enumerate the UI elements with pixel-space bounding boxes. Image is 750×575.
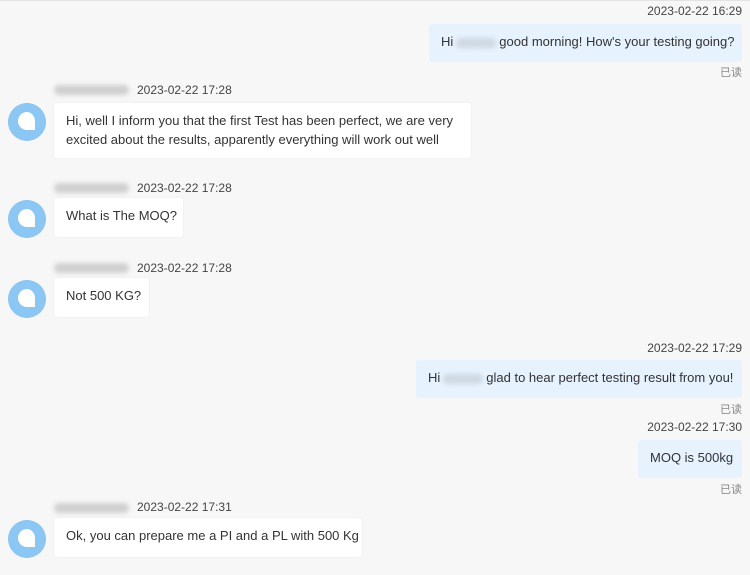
incoming-message-bubble[interactable]: Hi, well I inform you that the first Tes… — [54, 103, 471, 158]
sender-name-redacted — [54, 183, 129, 193]
contact-avatar[interactable] — [8, 103, 46, 141]
message-timestamp: 2023-02-22 17:28 — [137, 181, 232, 195]
incoming-message-bubble[interactable]: Not 500 KG? — [54, 278, 149, 317]
outgoing-message-bubble[interactable]: Hi glad to hear perfect testing result fr… — [416, 360, 742, 398]
message-timestamp: 2023-02-22 17:29 — [647, 341, 742, 355]
sender-name-redacted — [54, 263, 129, 273]
message-text-start: Hi — [441, 34, 454, 49]
sender-name-redacted — [54, 85, 129, 95]
avatar-drop-icon — [8, 520, 46, 558]
contact-avatar[interactable] — [8, 280, 46, 318]
incoming-message-bubble[interactable]: What is The MOQ? — [54, 198, 183, 237]
message-text: MOQ is 500kg — [650, 450, 734, 465]
avatar-drop-icon — [8, 280, 46, 318]
message-text-end: good morning! How's your testing going? — [499, 34, 735, 49]
message-text-line-1: Hi, well I inform you that the first Tes… — [66, 113, 454, 128]
message-text-end: glad to hear perfect testing result from… — [486, 370, 734, 385]
redacted-name — [456, 37, 497, 48]
message-text: What is The MOQ? — [66, 208, 178, 223]
avatar-drop-icon — [8, 200, 46, 238]
incoming-message-bubble[interactable]: Ok, you can prepare me a PI and a PL wit… — [54, 518, 362, 557]
message-timestamp: 2023-02-22 17:30 — [647, 420, 742, 434]
read-receipt: 已读 — [720, 67, 742, 79]
message-timestamp: 2023-02-22 17:31 — [137, 500, 232, 514]
message-timestamp: 2023-02-22 17:28 — [137, 261, 232, 275]
message-text-line-2: excited about the results, apparently ev… — [66, 132, 439, 147]
outgoing-message-bubble[interactable]: MOQ is 500kg — [638, 440, 742, 478]
read-receipt: 已读 — [720, 404, 742, 416]
message-timestamp: 2023-02-22 16:29 — [647, 4, 742, 18]
read-receipt: 已读 — [720, 484, 742, 496]
message-text-start: Hi — [428, 370, 441, 385]
message-text: Not 500 KG? — [66, 288, 142, 303]
top-divider — [0, 0, 750, 1]
contact-avatar[interactable] — [8, 520, 46, 558]
redacted-name — [443, 373, 484, 384]
outgoing-message-bubble[interactable]: Hi good morning! How's your testing going… — [429, 24, 742, 62]
sender-name-redacted — [54, 503, 129, 513]
avatar-drop-icon — [8, 103, 46, 141]
message-timestamp: 2023-02-22 17:28 — [137, 83, 232, 97]
contact-avatar[interactable] — [8, 200, 46, 238]
message-text: Ok, you can prepare me a PI and a PL wit… — [66, 528, 359, 543]
